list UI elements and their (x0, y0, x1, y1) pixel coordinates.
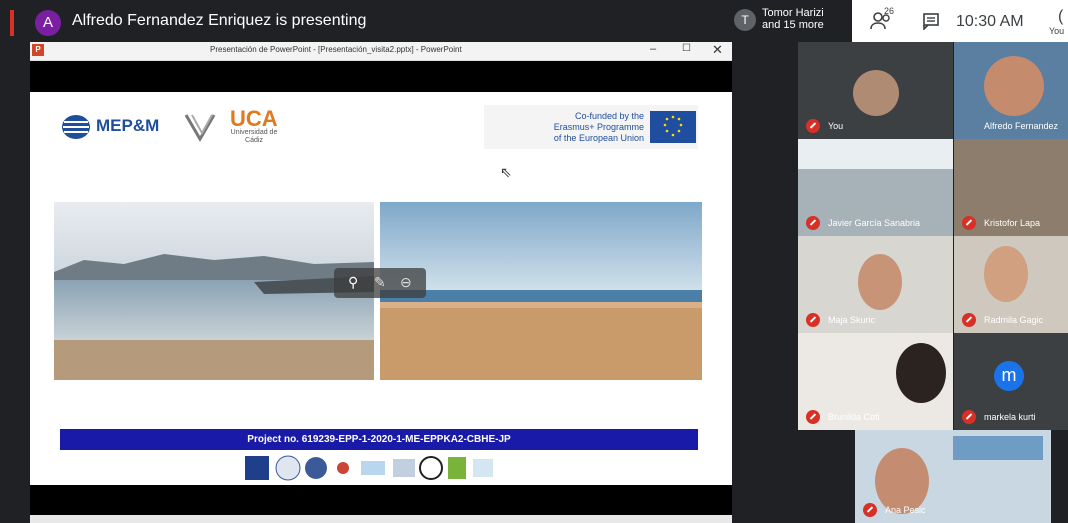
window-statusbar (30, 515, 732, 523)
powerpoint-icon: P (32, 44, 44, 56)
participant-video (798, 139, 953, 169)
eu-cofunded-box: Co-funded by the Erasmus+ Programme of t… (484, 105, 698, 149)
muted-mic-icon (962, 216, 976, 230)
presenting-indicator (10, 10, 14, 36)
remove-icon[interactable]: ⊖ (400, 274, 412, 291)
slide-letterbox-top (30, 61, 732, 92)
muted-mic-icon (863, 503, 877, 517)
project-number-bar: Project no. 619239-EPP-1-2020-1-ME-EPPKA… (60, 429, 698, 450)
participant-name: Maja Skuric (828, 315, 876, 325)
participant-tile[interactable]: Javier García Sanabria (798, 139, 953, 236)
maximize-button[interactable]: ☐ (682, 43, 691, 54)
participant-video (984, 246, 1028, 302)
chat-icon[interactable] (922, 12, 940, 30)
eu-text-line3: of the European Union (553, 133, 644, 143)
window-title: Presentación de PowerPoint - [Presentaci… (210, 45, 462, 54)
mouse-cursor-icon: ⇖ (500, 164, 512, 180)
participant-tile[interactable]: Ana Pesic (855, 430, 1051, 523)
eu-text-line1: Co-funded by the (574, 111, 644, 121)
participant-video (984, 56, 1044, 116)
slide: MEP&M UCA Universidad de Cádiz Co-funded… (30, 92, 732, 485)
others-more: and 15 more (762, 19, 824, 31)
partner-logos-icon (245, 455, 493, 481)
participant-tile[interactable]: Alfredo Fernandez (954, 42, 1068, 139)
participant-name: markela kurti (984, 412, 1036, 422)
participant-name: You (828, 121, 844, 131)
muted-mic-icon (962, 410, 976, 424)
eu-flag-icon (650, 111, 696, 143)
participant-video (858, 254, 902, 310)
window-titlebar: P Presentación de PowerPoint - [Presenta… (30, 42, 732, 61)
participant-avatar (853, 70, 899, 116)
participant-tile[interactable]: Radmila Gagic (954, 236, 1068, 333)
participant-tile[interactable]: You (798, 42, 953, 139)
clock: 10:30 AM (956, 13, 1024, 30)
participant-video (896, 343, 946, 403)
participant-avatar: m (994, 361, 1024, 391)
eu-text-line2: Erasmus+ Programme (553, 122, 644, 132)
participant-name: Radmila Gagic (984, 315, 1044, 325)
screen-share-overlay: ⚲ ✎ ⊖ (334, 268, 426, 298)
muted-mic-icon (806, 410, 820, 424)
presenting-banner: Alfredo Fernandez Enriquez is presenting (72, 12, 367, 29)
participant-tile[interactable]: m markela kurti (954, 333, 1068, 430)
eu-text: Co-funded by the Erasmus+ Programme of t… (484, 111, 644, 144)
presenter-avatar: A (35, 10, 61, 36)
participant-background (953, 436, 1043, 460)
close-button[interactable]: ✕ (712, 42, 723, 58)
participant-tile[interactable]: Kristofor Lapa (954, 139, 1068, 236)
people-count: 26 (884, 6, 895, 16)
muted-mic-icon (806, 313, 820, 327)
mep-logo-text: MEP&M (96, 116, 160, 135)
participant-name: Javier García Sanabria (828, 218, 921, 228)
muted-mic-icon (962, 313, 976, 327)
pin-icon[interactable]: ⚲ (348, 274, 358, 291)
participant-tile[interactable]: Maja Skuric (798, 236, 953, 333)
uca-subtitle: Universidad de Cádiz (230, 129, 278, 144)
minimize-button[interactable]: – (650, 43, 656, 55)
mute-icon[interactable]: ✎ (374, 274, 386, 291)
self-label: You (1049, 26, 1065, 36)
others-name: Tomor Harizi (762, 7, 824, 19)
participant-name: Ana Pesic (885, 505, 926, 515)
participant-name: Brunilda Coti (828, 412, 880, 422)
others-avatar[interactable]: T (734, 9, 756, 31)
participant-name: Alfredo Fernandez (984, 121, 1059, 131)
photo-harbor (54, 202, 374, 380)
slide-letterbox-bottom (30, 485, 732, 515)
others-summary[interactable]: Tomor Harizi and 15 more (762, 7, 824, 31)
photo-beach (380, 202, 702, 380)
muted-mic-icon (806, 119, 820, 133)
participant-tile[interactable]: Brunilda Coti (798, 333, 953, 430)
muted-mic-icon (806, 216, 820, 230)
shared-screen: P Presentación de PowerPoint - [Presenta… (30, 42, 732, 523)
participant-name: Kristofor Lapa (984, 218, 1041, 228)
